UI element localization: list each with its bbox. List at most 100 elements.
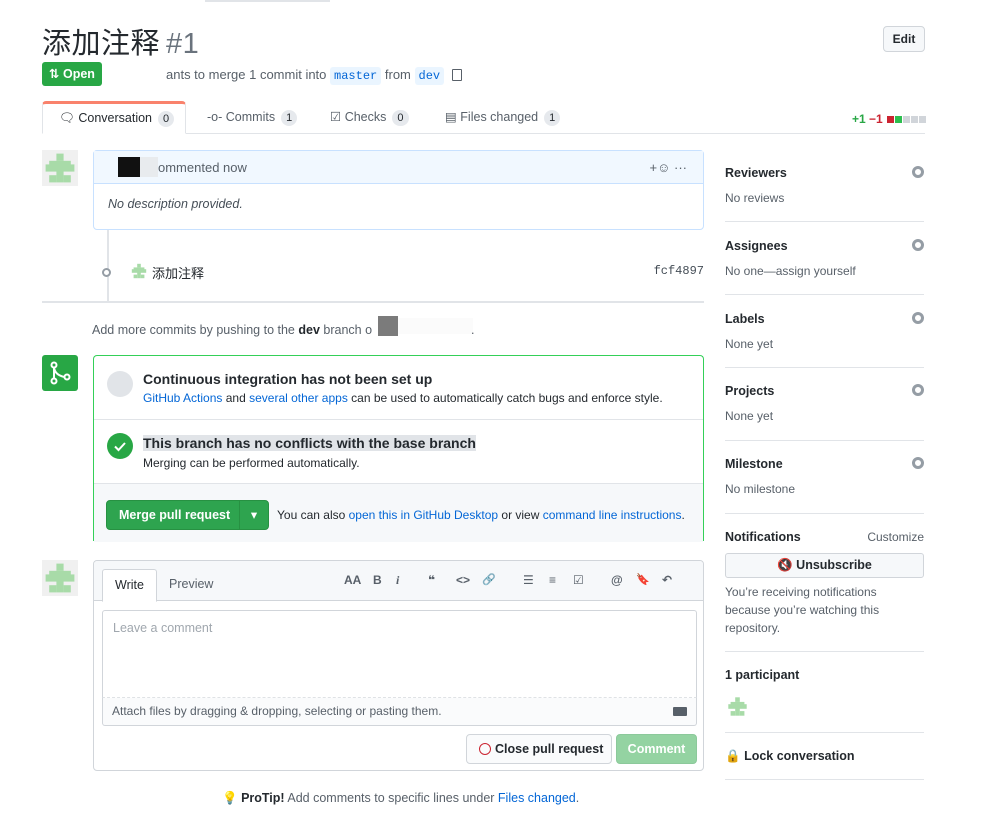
github-actions-link[interactable]: GitHub Actions bbox=[143, 391, 222, 405]
sidebar-value: None yet bbox=[725, 409, 774, 423]
lock-conversation[interactable]: 🔒 Lock conversation bbox=[725, 749, 924, 764]
sidebar-milestone[interactable]: Milestone No milestone bbox=[725, 457, 924, 496]
merge-box: Continuous integration has not been set … bbox=[93, 355, 704, 542]
sidebar-value: No milestone bbox=[725, 482, 796, 496]
page-title: 添加注释 #1 bbox=[42, 20, 199, 62]
comment-discussion-icon: 🗨 bbox=[59, 111, 75, 125]
unsubscribe-label: Unsubscribe bbox=[796, 558, 872, 572]
protip: 💡 ProTip! Add comments to specific lines… bbox=[222, 791, 579, 806]
heading-icon[interactable]: AA bbox=[344, 573, 361, 587]
ci-title: Continuous integration has not been set … bbox=[143, 371, 433, 387]
sidebar-value[interactable]: No one—assign yourself bbox=[725, 264, 924, 278]
comment-editor: Write Preview AA B i ❝ <> 🔗 ☰ ≡ ☑ @ 🔖 ↶ … bbox=[93, 560, 704, 771]
tab-conversation[interactable]: 🗨 Conversation 0 bbox=[42, 101, 186, 134]
additions-count: +1 bbox=[852, 112, 866, 126]
sidebar-reviewers[interactable]: Reviewers No reviews bbox=[725, 166, 924, 205]
gear-icon[interactable] bbox=[912, 312, 924, 324]
avatar[interactable] bbox=[42, 150, 78, 186]
open-desktop-link[interactable]: open this in GitHub Desktop bbox=[349, 508, 498, 522]
tab-files-changed[interactable]: ▤ Files changed 1 bbox=[445, 101, 561, 134]
tab-label: Checks bbox=[344, 110, 387, 124]
ci-and: and bbox=[225, 391, 246, 405]
unsubscribe-button[interactable]: 🔇 Unsubscribe bbox=[725, 553, 924, 578]
protip-end: . bbox=[575, 791, 580, 805]
gear-icon[interactable] bbox=[912, 457, 924, 469]
gear-icon[interactable] bbox=[912, 166, 924, 178]
tab-preview[interactable]: Preview bbox=[157, 569, 225, 602]
git-commit-icon: -o- bbox=[207, 110, 223, 124]
lock-label: Lock conversation bbox=[744, 749, 855, 763]
tab-label: Files changed bbox=[460, 110, 539, 124]
comment-textarea[interactable]: Leave a comment bbox=[102, 610, 697, 698]
tab-commits[interactable]: -o- Commits 1 bbox=[207, 101, 298, 134]
copy-icon[interactable] bbox=[451, 69, 462, 81]
tab-counter: 0 bbox=[392, 110, 409, 126]
merge-pull-request-button[interactable]: Merge pull request ▾ bbox=[106, 500, 269, 530]
ci-section: Continuous integration has not been set … bbox=[94, 356, 703, 419]
reference-icon[interactable]: 🔖 bbox=[636, 573, 650, 586]
tip-mid: or view bbox=[501, 508, 540, 522]
unordered-list-icon[interactable]: ☰ bbox=[523, 573, 534, 587]
issue-closed-icon bbox=[479, 743, 491, 755]
comment-actions[interactable]: +☺ ··· bbox=[650, 151, 687, 184]
sidebar-heading: Reviewers bbox=[725, 166, 787, 180]
git-commit-icon bbox=[102, 268, 111, 277]
italic-icon[interactable]: i bbox=[396, 573, 399, 588]
command-line-link[interactable]: command line instructions bbox=[543, 508, 682, 522]
tab-label: Conversation bbox=[78, 111, 153, 125]
sidebar-participants: 1 participant bbox=[725, 668, 924, 682]
files-changed-link[interactable]: Files changed bbox=[498, 791, 576, 805]
bold-icon[interactable]: B bbox=[373, 573, 382, 587]
reply-icon[interactable]: ↶ bbox=[662, 573, 672, 587]
sidebar-heading: 1 participant bbox=[725, 668, 800, 682]
identicon-icon bbox=[45, 153, 75, 183]
diffstat-block bbox=[887, 116, 895, 123]
participant-avatar[interactable] bbox=[726, 695, 749, 718]
diffstat-block bbox=[895, 116, 903, 123]
close-pull-request-button[interactable]: Close pull request bbox=[466, 734, 612, 764]
customize-link[interactable]: Customize bbox=[867, 530, 924, 544]
sidebar-divider bbox=[725, 651, 924, 652]
protip-text: Add comments to specific lines under bbox=[287, 791, 495, 805]
sidebar-projects[interactable]: Projects None yet bbox=[725, 384, 924, 423]
mention-icon[interactable]: @ bbox=[611, 573, 623, 587]
sidebar-labels[interactable]: Labels None yet bbox=[725, 312, 924, 351]
ci-subtitle: GitHub Actions and several other apps ca… bbox=[143, 391, 663, 405]
edit-button[interactable]: Edit bbox=[883, 26, 925, 52]
tab-counter: 0 bbox=[158, 111, 175, 127]
sidebar-assignees[interactable]: Assignees No one—assign yourself bbox=[725, 239, 924, 278]
sidebar-notifications: Notifications Customize bbox=[725, 530, 924, 544]
conflict-subtitle: Merging can be performed automatically. bbox=[143, 456, 360, 470]
link-icon[interactable]: 🔗 bbox=[482, 573, 496, 586]
code-icon[interactable]: <> bbox=[456, 573, 470, 587]
ordered-list-icon[interactable]: ≡ bbox=[549, 573, 556, 587]
attach-files-bar[interactable]: Attach files by dragging & dropping, sel… bbox=[102, 698, 697, 726]
other-apps-link[interactable]: several other apps bbox=[249, 391, 348, 405]
pr-description-comment: ommented now +☺ ··· No description provi… bbox=[93, 150, 704, 230]
protip-label: ProTip! bbox=[241, 791, 285, 805]
redacted-repo bbox=[378, 316, 398, 336]
base-branch[interactable]: master bbox=[330, 67, 382, 85]
file-diff-icon: ▤ bbox=[445, 110, 457, 124]
redacted-repo bbox=[398, 318, 473, 334]
head-branch[interactable]: dev bbox=[414, 67, 445, 85]
gear-icon[interactable] bbox=[912, 239, 924, 251]
comment-button[interactable]: Comment bbox=[616, 734, 697, 764]
sidebar-divider bbox=[725, 513, 924, 514]
task-list-icon[interactable]: ☑ bbox=[573, 573, 584, 587]
sidebar-divider bbox=[725, 367, 924, 368]
markdown-icon[interactable] bbox=[673, 707, 687, 716]
redacted-author bbox=[118, 157, 140, 177]
chevron-down-icon[interactable]: ▾ bbox=[239, 501, 268, 529]
quote-icon[interactable]: ❝ bbox=[428, 573, 435, 587]
pr-meta: ants to merge 1 commit into master from … bbox=[166, 67, 462, 85]
tab-counter: 1 bbox=[281, 110, 298, 126]
commit-message[interactable]: 添加注释 bbox=[152, 263, 204, 282]
commit-sha[interactable]: fcf4897 bbox=[654, 264, 704, 278]
tab-checks[interactable]: ☑ Checks 0 bbox=[330, 101, 409, 134]
avatar[interactable] bbox=[42, 560, 78, 596]
commit-author-avatar[interactable] bbox=[130, 262, 148, 280]
diffstat-block bbox=[911, 116, 919, 123]
tab-write[interactable]: Write bbox=[102, 569, 157, 602]
gear-icon[interactable] bbox=[912, 384, 924, 396]
